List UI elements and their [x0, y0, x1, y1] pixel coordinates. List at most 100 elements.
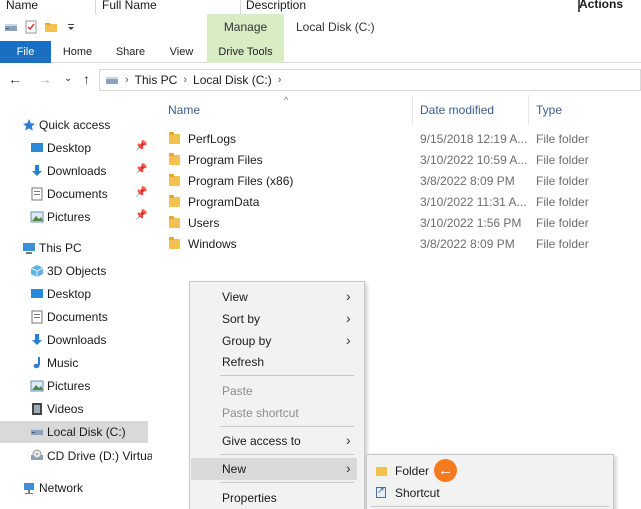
menu-item-label: New: [222, 462, 247, 476]
sidebar-item-this-pc[interactable]: This PC: [0, 237, 152, 259]
menu-item-paste-shortcut[interactable]: Paste shortcut: [190, 402, 364, 424]
sidebar-item-desktop-quick[interactable]: Desktop 📌: [0, 137, 152, 159]
sidebar-item-music[interactable]: Music: [0, 352, 152, 374]
pin-icon[interactable]: 📌: [135, 187, 147, 198]
sidebar-item-downloads[interactable]: Downloads: [0, 329, 152, 351]
bg-col-divider: [95, 0, 96, 14]
sidebar-item-quick-access[interactable]: Quick access: [0, 114, 152, 136]
table-row[interactable]: Windows 3/8/2022 8:09 PM File folder: [152, 234, 641, 255]
submenu-item-shortcut[interactable]: Shortcut: [367, 482, 613, 504]
folder-icon: [169, 174, 180, 186]
new-folder-icon[interactable]: [44, 20, 58, 34]
sidebar-item-label: Network: [39, 481, 84, 495]
menu-item-label: Give access to: [222, 434, 301, 448]
recent-locations-chevron-icon[interactable]: ⌄: [64, 73, 72, 84]
breadcrumb-separator-icon[interactable]: ›: [278, 74, 282, 86]
menu-item-properties[interactable]: Properties: [190, 487, 364, 509]
sidebar-item-label: 3D Objects: [47, 264, 107, 278]
sidebar-item-documents-quick[interactable]: Documents 📌: [0, 183, 152, 205]
menu-item-label: Group by: [222, 334, 272, 348]
pin-icon[interactable]: 📌: [135, 164, 147, 175]
menu-separator: [371, 506, 609, 507]
table-row[interactable]: ProgramData 3/10/2022 11:31 A... File fo…: [152, 192, 641, 213]
file-date: 3/10/2022 10:59 A...: [420, 153, 528, 167]
chevron-right-icon: ›: [346, 460, 351, 476]
download-arrow-icon: [32, 334, 42, 345]
menu-separator: [220, 482, 354, 483]
menu-item-label: Paste shortcut: [222, 406, 299, 420]
sidebar-item-pictures-quick[interactable]: Pictures 📌: [0, 206, 152, 228]
tab-view[interactable]: View: [157, 41, 206, 63]
background-window-header: Name Full Name Description Actions: [0, 0, 641, 14]
folder-icon: [169, 195, 180, 207]
tab-home[interactable]: Home: [53, 41, 102, 63]
menu-item-give-access[interactable]: Give access to ›: [190, 430, 364, 452]
sidebar-item-local-disk[interactable]: Local Disk (C:): [0, 421, 148, 443]
table-row[interactable]: Program Files 3/10/2022 10:59 A... File …: [152, 150, 641, 171]
column-header-type[interactable]: Type: [536, 103, 562, 117]
sidebar-item-documents[interactable]: Documents: [0, 306, 152, 328]
folder-icon: [169, 216, 180, 228]
column-header-date[interactable]: Date modified: [420, 103, 494, 117]
menu-item-paste[interactable]: Paste: [190, 380, 364, 402]
file-date: 9/15/2018 12:19 A...: [420, 132, 528, 146]
menu-item-sort-by[interactable]: Sort by ›: [190, 308, 364, 330]
breadcrumb-separator-icon[interactable]: ›: [125, 74, 129, 86]
sidebar-item-desktop[interactable]: Desktop: [0, 283, 152, 305]
menu-separator: [220, 375, 354, 376]
submenu-item-folder[interactable]: Folder: [367, 460, 613, 482]
back-arrow-icon[interactable]: ←: [8, 71, 22, 87]
menu-item-group-by[interactable]: Group by ›: [190, 330, 364, 352]
manage-context-tab-header[interactable]: Manage: [207, 14, 284, 41]
file-name: ProgramData: [188, 195, 260, 209]
sidebar-item-label: Downloads: [47, 164, 107, 178]
forward-arrow-icon[interactable]: →: [38, 71, 52, 87]
column-divider[interactable]: [528, 95, 529, 125]
this-pc-icon: [106, 77, 118, 84]
tab-drive-tools[interactable]: Drive Tools: [207, 41, 284, 63]
pictures-icon: [30, 380, 44, 392]
customize-dropdown-icon[interactable]: [64, 20, 78, 34]
menu-item-new[interactable]: New ›: [191, 458, 357, 480]
tab-share[interactable]: Share: [106, 41, 155, 63]
bg-actions-label: Actions: [578, 0, 623, 11]
pictures-icon: [30, 211, 44, 223]
breadcrumb-local-disk[interactable]: Local Disk (C:): [193, 73, 272, 87]
chevron-right-icon: ›: [346, 288, 351, 304]
column-header-name[interactable]: Name: [168, 103, 200, 117]
sidebar-item-label: Desktop: [47, 287, 92, 301]
menu-item-view[interactable]: View ›: [190, 286, 364, 308]
up-arrow-icon[interactable]: ↑: [83, 71, 90, 87]
sidebar-item-pictures[interactable]: Pictures: [0, 375, 152, 397]
sidebar-item-downloads-quick[interactable]: Downloads 📌: [0, 160, 152, 182]
navigation-pane: Quick access Desktop 📌 Downloads 📌 Docum…: [0, 95, 153, 509]
file-type: File folder: [536, 153, 589, 167]
column-divider[interactable]: [412, 95, 413, 125]
pin-icon[interactable]: 📌: [135, 141, 147, 152]
address-bar[interactable]: › This PC › Local Disk (C:) ›: [99, 69, 641, 91]
breadcrumb-this-pc[interactable]: This PC: [135, 73, 178, 87]
drive-icon[interactable]: [4, 20, 18, 34]
breadcrumb-separator-icon[interactable]: ›: [183, 74, 187, 86]
menu-item-label: View: [222, 290, 248, 304]
properties-check-icon[interactable]: [24, 20, 38, 34]
computer-icon: [23, 243, 35, 254]
sort-ascending-icon: ^: [284, 95, 289, 105]
menu-item-refresh[interactable]: Refresh: [190, 351, 364, 373]
music-note-icon: [33, 357, 40, 369]
sidebar-item-label: Documents: [47, 187, 108, 201]
file-type: File folder: [536, 237, 589, 251]
file-name: PerfLogs: [188, 132, 237, 146]
file-date: 3/10/2022 11:31 A...: [420, 195, 527, 209]
tab-file[interactable]: File: [0, 41, 51, 63]
sidebar-item-cd-drive[interactable]: CD Drive (D:) Virtua: [0, 445, 153, 467]
table-row[interactable]: PerfLogs 9/15/2018 12:19 A... File folde…: [152, 129, 641, 150]
context-menu: View › Sort by › Group by › Refresh Past…: [189, 281, 365, 509]
documents-icon: [31, 310, 43, 324]
pin-icon[interactable]: 📌: [135, 210, 147, 221]
sidebar-item-videos[interactable]: Videos: [0, 398, 152, 420]
sidebar-item-network[interactable]: Network: [0, 477, 152, 499]
table-row[interactable]: Program Files (x86) 3/8/2022 8:09 PM Fil…: [152, 171, 641, 192]
sidebar-item-3d-objects[interactable]: 3D Objects: [0, 260, 152, 282]
table-row[interactable]: Users 3/10/2022 1:56 PM File folder: [152, 213, 641, 234]
